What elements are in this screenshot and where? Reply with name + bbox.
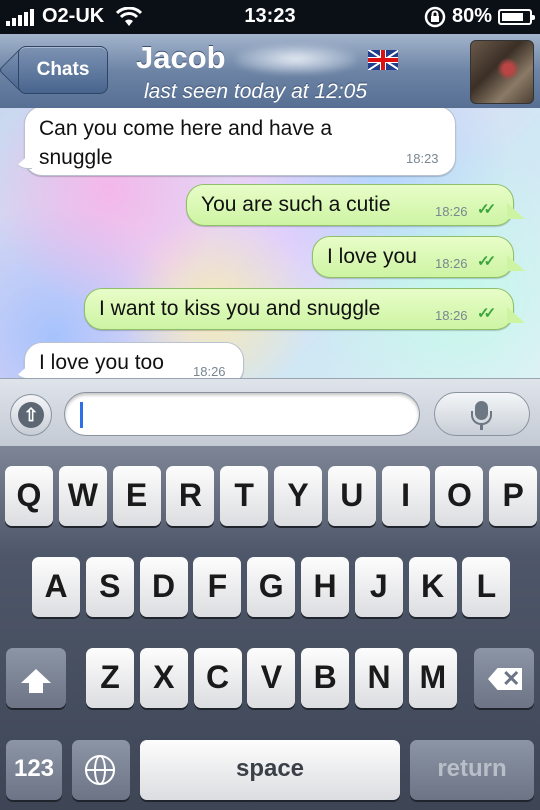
message-time: 18:26 — [193, 364, 226, 378]
contact-name[interactable]: Jacob — [136, 40, 226, 76]
battery-fill — [502, 12, 523, 21]
uk-flag-icon — [368, 50, 398, 70]
back-chevron-icon[interactable]: Chats — [18, 46, 108, 94]
message-bubble-outgoing[interactable]: I love you 18:26 ✓✓ — [312, 236, 514, 278]
back-button[interactable]: Chats — [18, 46, 110, 94]
shift-key[interactable] — [6, 648, 66, 708]
key-r[interactable]: R — [166, 466, 215, 526]
message-bubble-outgoing[interactable]: You are such a cutie 18:26 ✓✓ — [186, 184, 514, 226]
key-e[interactable]: E — [112, 466, 161, 526]
key-h[interactable]: H — [301, 557, 349, 617]
message-time: 18:26 — [435, 308, 468, 323]
key-a[interactable]: A — [32, 557, 80, 617]
key-p[interactable]: P — [489, 466, 538, 526]
message-text: Can you come here and have a snuggle — [39, 117, 333, 169]
avatar[interactable] — [470, 40, 534, 104]
chat-header: Chats Jacob last seen today at 12:05 — [0, 34, 540, 109]
key-s[interactable]: S — [85, 557, 134, 617]
status-right: 80% — [424, 5, 535, 28]
redacted-surname — [236, 44, 356, 74]
message-time: 18:26 — [435, 204, 468, 219]
key-i[interactable]: I — [381, 466, 430, 526]
globe-key[interactable] — [72, 740, 130, 800]
battery-icon — [498, 8, 535, 25]
message-bubble-outgoing[interactable]: I want to kiss you and snuggle 18:26 ✓✓ — [84, 288, 514, 330]
key-o[interactable]: O — [435, 466, 484, 526]
battery-percent: 80% — [451, 5, 492, 27]
attach-button[interactable]: ⇧ — [10, 394, 52, 436]
message-time: 18:23 — [406, 151, 439, 166]
key-f[interactable]: F — [193, 557, 242, 617]
key-k[interactable]: K — [408, 557, 457, 617]
key-m[interactable]: M — [408, 648, 457, 708]
back-label[interactable]: Chats — [37, 59, 90, 80]
message-list[interactable]: Can you come here and have a snuggle 18:… — [0, 108, 540, 378]
microphone-button[interactable] — [434, 392, 530, 436]
key-g[interactable]: G — [247, 557, 296, 617]
key-y[interactable]: Y — [274, 466, 322, 526]
key-j[interactable]: J — [354, 557, 403, 617]
backspace-key[interactable]: ✕ — [474, 648, 534, 708]
key-c[interactable]: C — [193, 648, 242, 708]
message-text: I love you too — [39, 351, 164, 374]
message-text: I love you — [327, 245, 417, 268]
read-ticks-icon: ✓✓ — [477, 305, 496, 322]
message-input[interactable] — [64, 392, 420, 436]
numbers-key[interactable]: 123 — [6, 740, 62, 800]
rotation-lock-icon — [424, 6, 446, 27]
message-composer: ⇧ — [0, 378, 540, 447]
key-w[interactable]: W — [58, 466, 107, 526]
key-x[interactable]: X — [139, 648, 188, 708]
space-key[interactable]: space — [140, 740, 400, 800]
return-key[interactable]: return — [410, 740, 534, 800]
message-text: I want to kiss you and snuggle — [99, 297, 381, 320]
keyboard: ✕ 123 space return QWERTYUIOP ASDFGHJKL ZX… — [0, 446, 540, 810]
status-bar: O2-UK 13:23 80% — [0, 0, 540, 34]
key-v[interactable]: V — [247, 648, 296, 708]
key-z[interactable]: Z — [86, 648, 134, 708]
key-u[interactable]: U — [327, 466, 376, 526]
attach-icon[interactable]: ⇧ — [18, 402, 44, 428]
last-seen-status: last seen today at 12:05 — [144, 80, 367, 103]
globe-icon — [85, 755, 115, 785]
key-b[interactable]: B — [301, 648, 350, 708]
read-ticks-icon: ✓✓ — [477, 201, 496, 218]
message-bubble-incoming[interactable]: I love you too 18:26 — [24, 342, 244, 378]
key-q[interactable]: Q — [5, 466, 53, 526]
read-ticks-icon: ✓✓ — [477, 253, 496, 270]
message-bubble-incoming[interactable]: Can you come here and have a snuggle 18:… — [24, 108, 456, 176]
text-cursor — [80, 402, 83, 428]
key-l[interactable]: L — [462, 557, 511, 617]
message-text: You are such a cutie — [201, 193, 391, 216]
key-n[interactable]: N — [355, 648, 403, 708]
message-time: 18:26 — [435, 256, 468, 271]
key-d[interactable]: D — [139, 557, 188, 617]
key-t[interactable]: T — [220, 466, 269, 526]
shift-icon — [21, 669, 51, 693]
